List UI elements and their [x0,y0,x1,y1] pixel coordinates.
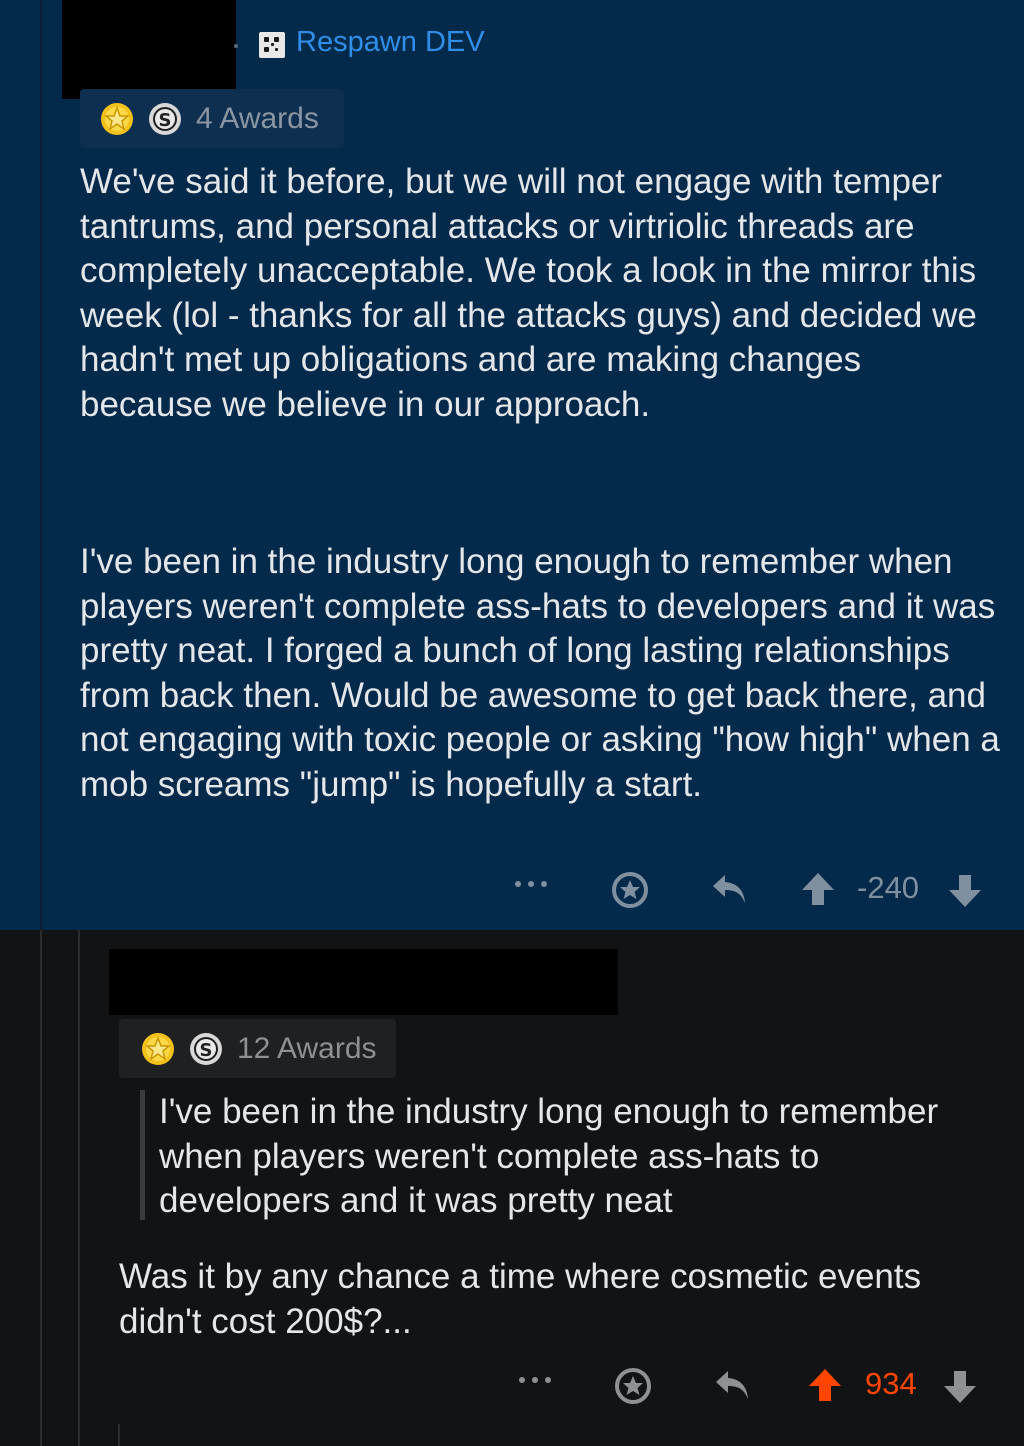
svg-text:S: S [159,110,172,131]
downvote-icon[interactable] [948,873,982,909]
awards-count: 12 Awards [237,1031,377,1065]
redacted-username [62,0,236,99]
comment-paragraph: I've been in the industry long enough to… [80,542,1000,804]
gold-star-award-icon [142,1032,174,1065]
upvote-icon[interactable] [808,1367,842,1403]
dev-comment: Respawn DEV S 4 Awards We've said it bef… [0,0,1024,930]
more-options-icon[interactable] [519,1377,551,1385]
downvote-icon[interactable] [943,1369,977,1405]
upvote-icon[interactable] [801,871,835,907]
reply-comment: S 12 Awards I've been in the industry lo… [0,930,1024,1446]
vote-score: -240 [857,870,920,905]
svg-text:S: S [200,1040,213,1061]
redacted-username [109,949,618,1015]
reply-icon[interactable] [714,1367,752,1403]
comment-actions: -240 [0,864,1024,914]
separator-dot [234,44,238,48]
gold-star-award-icon [101,102,133,135]
thread-line[interactable] [118,1424,120,1446]
thread-line[interactable] [40,0,42,930]
vote-score: 934 [865,1366,917,1401]
quoted-text: I've been in the industry long enough to… [159,1092,939,1221]
awards-badge[interactable]: S 4 Awards [80,89,344,148]
blockquote-bar [140,1090,145,1220]
give-award-icon[interactable] [614,1367,652,1405]
comment-text: Was it by any chance a time where cosmet… [119,1257,922,1341]
silver-coin-award-icon: S [190,1032,222,1065]
comment-actions: 934 [0,1360,1024,1410]
reply-icon[interactable] [711,871,749,907]
give-award-icon[interactable] [611,871,649,909]
awards-count: 4 Awards [196,101,319,135]
respawn-flair-icon [259,32,285,58]
awards-badge[interactable]: S 12 Awards [119,1019,396,1078]
comment-paragraph: We've said it before, but we will not en… [80,162,977,424]
user-flair[interactable]: Respawn DEV [296,26,485,59]
more-options-icon[interactable] [515,881,547,889]
silver-coin-award-icon: S [149,102,181,135]
